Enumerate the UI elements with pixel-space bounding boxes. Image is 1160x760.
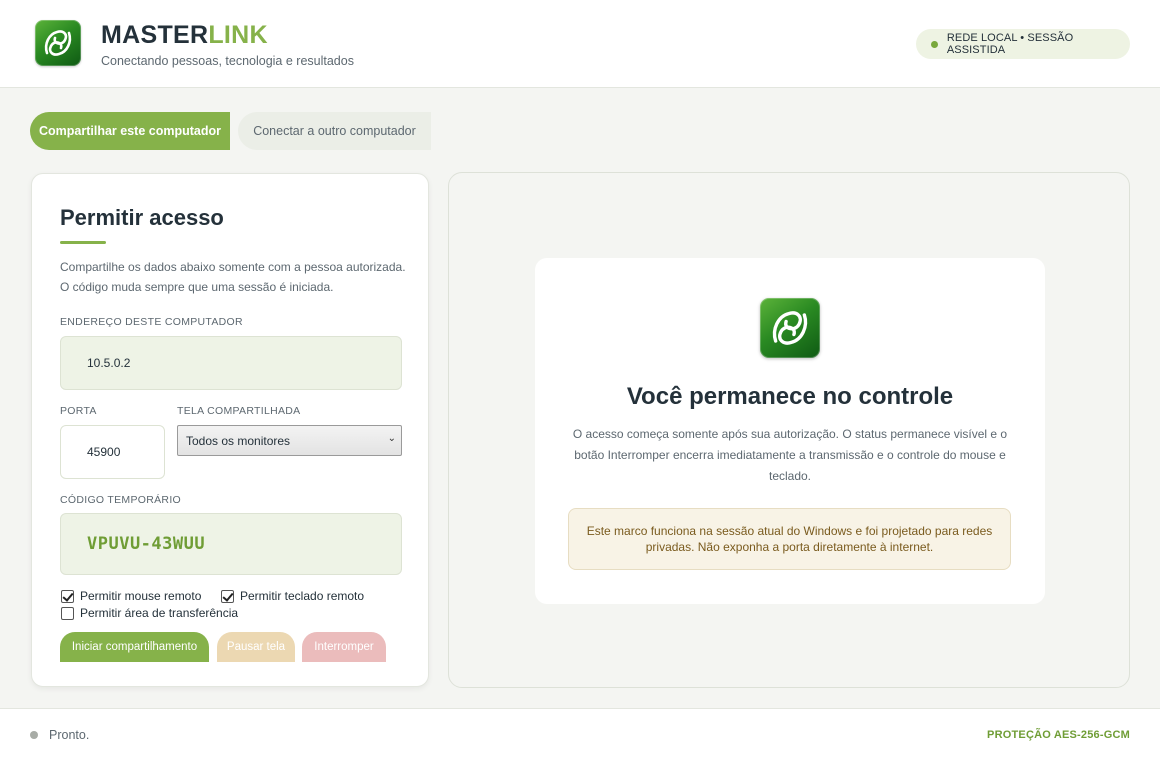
temporary-code-value: VPUVU-43WUU — [87, 534, 206, 554]
access-card: Permitir acesso Compartilhe os dados aba… — [31, 173, 429, 687]
tab-connect-computer[interactable]: Conectar a outro computador — [238, 112, 431, 150]
screen-select-value: Todos os monitores — [186, 433, 291, 448]
brand-part-master: MASTER — [101, 21, 209, 49]
control-title: Você permanece no controle — [626, 383, 954, 410]
chevron-down-icon: ⌄ — [387, 433, 396, 444]
status-bar: Pronto. PROTEÇÃO AES-256-GCM — [0, 708, 1160, 760]
app-header: MASTERLINK Conectando pessoas, tecnologi… — [0, 0, 1160, 88]
access-card-description: Compartilhe os dados abaixo somente com … — [60, 260, 406, 294]
brand-name: MASTERLINK — [101, 20, 268, 50]
checkbox-keyboard-label: Permitir teclado remoto — [240, 589, 365, 603]
checkbox-clipboard-label: Permitir área de transferência — [80, 606, 239, 620]
brand-part-link: LINK — [208, 21, 268, 49]
code-label: CÓDIGO TEMPORÁRIO — [60, 494, 181, 506]
control-info-card: Você permanece no controle O acesso come… — [535, 258, 1045, 604]
status-text: Pronto. — [49, 728, 90, 742]
network-status-text: REDE LOCAL • SESSÃO ASSISTIDA — [946, 32, 1074, 56]
screen-select[interactable]: Todos os monitores ⌄ — [177, 425, 402, 456]
checkbox-clipboard-box[interactable] — [61, 606, 74, 620]
access-card-title: Permitir acesso — [60, 205, 224, 230]
title-underline — [60, 241, 106, 244]
checkbox-keyboard[interactable]: Permitir teclado remoto — [221, 589, 364, 603]
masterlink-logo-icon — [35, 20, 81, 66]
screen-label: TELA COMPARTILHADA — [177, 405, 301, 417]
network-status-badge: REDE LOCAL • SESSÃO ASSISTIDA — [916, 29, 1130, 59]
checkbox-mouse[interactable]: Permitir mouse remoto — [61, 589, 201, 603]
masterlink-logo-large-icon — [760, 298, 820, 358]
temporary-code-field[interactable]: VPUVU-43WUU — [60, 513, 402, 575]
status-dot-icon — [931, 40, 938, 48]
address-value: 10.5.0.2 — [87, 356, 131, 370]
checkbox-keyboard-box[interactable] — [221, 589, 234, 603]
port-label: PORTA — [60, 405, 97, 417]
protection-label: PROTEÇÃO AES-256-GCM — [987, 729, 1130, 741]
stop-button[interactable]: Interromper — [302, 632, 386, 662]
pause-screen-button[interactable]: Pausar tela — [217, 632, 295, 662]
start-sharing-button[interactable]: Iniciar compartilhamento — [60, 632, 209, 662]
address-field[interactable]: 10.5.0.2 — [60, 336, 402, 390]
port-field[interactable]: 45900 — [60, 425, 165, 479]
status-indicator-icon — [30, 731, 38, 739]
checkbox-mouse-box[interactable] — [61, 589, 74, 603]
control-description: O acesso começa somente após sua autoriz… — [572, 427, 1008, 483]
port-value: 45900 — [87, 445, 121, 459]
tab-share-computer[interactable]: Compartilhar este computador — [30, 112, 230, 150]
checkbox-mouse-label: Permitir mouse remoto — [80, 589, 202, 603]
checkbox-clipboard[interactable]: Permitir área de transferência — [61, 606, 238, 620]
brand-tagline: Conectando pessoas, tecnologia e resulta… — [101, 54, 354, 68]
address-label: ENDEREÇO DESTE COMPUTADOR — [60, 316, 243, 328]
security-notice: Este marco funciona na sessão atual do W… — [568, 508, 1011, 570]
security-notice-text: Este marco funciona na sessão atual do W… — [586, 524, 993, 554]
control-panel: Você permanece no controle O acesso come… — [448, 172, 1130, 688]
